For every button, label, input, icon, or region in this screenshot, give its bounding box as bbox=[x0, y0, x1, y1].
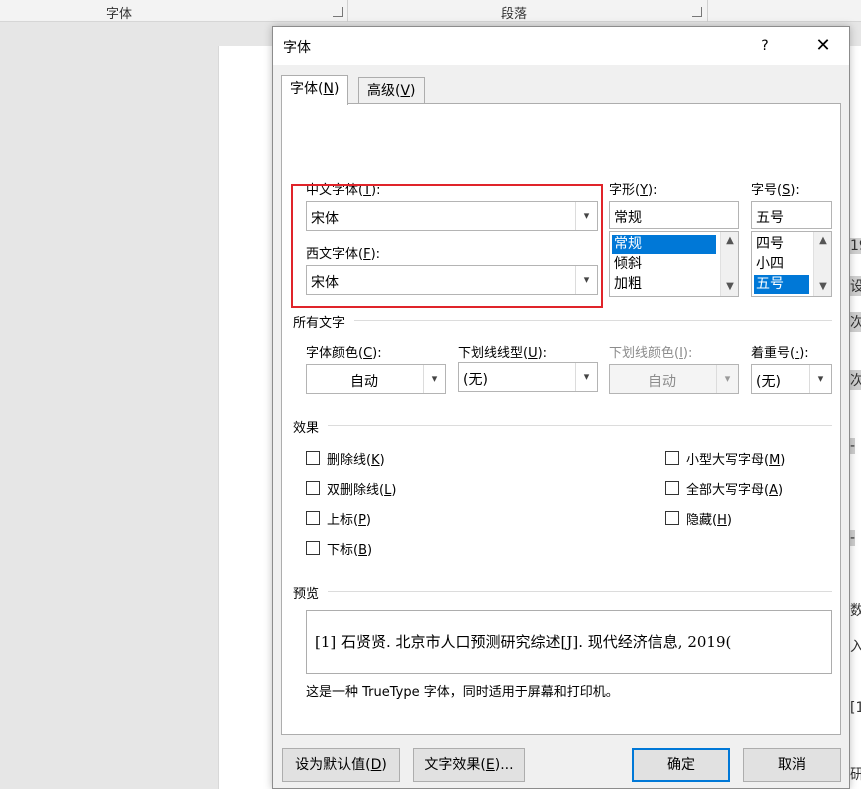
underline-style-label: 下划线线型(U): bbox=[458, 346, 548, 361]
dialog-titlebar: 字体 ? ✕ bbox=[273, 27, 849, 65]
chevron-up-icon[interactable]: ▲ bbox=[721, 232, 738, 250]
tab-advanced[interactable]: 高级(V) bbox=[358, 77, 425, 105]
doc-fragment: - bbox=[850, 438, 856, 454]
text-effects-button[interactable]: 文字效果(E)... bbox=[413, 748, 525, 782]
font-tab-panel: 中文字体(T): 宋体 ▾ 西文字体(F): 宋体 ▾ 字形(Y): 常规 常规… bbox=[281, 103, 841, 735]
chevron-up-icon[interactable]: ▲ bbox=[814, 232, 831, 250]
ok-button[interactable]: 确定 bbox=[632, 748, 730, 782]
paragraph-group-label: 段落 bbox=[501, 7, 528, 22]
paragraph-dialog-launcher-icon[interactable] bbox=[692, 7, 702, 17]
list-item[interactable]: 加粗 bbox=[612, 275, 716, 294]
highlight-box bbox=[291, 184, 603, 308]
checkbox-box[interactable] bbox=[665, 481, 679, 495]
font-style-label: 字形(Y): bbox=[609, 183, 658, 198]
font-style-input[interactable]: 常规 bbox=[609, 201, 739, 229]
doc-fragment: 19 bbox=[850, 238, 861, 254]
list-item[interactable]: 五号 bbox=[754, 275, 809, 294]
doc-fragment: 次」 bbox=[850, 312, 861, 332]
doc-fragment: 研 bbox=[850, 767, 861, 783]
font-size-input[interactable]: 五号 bbox=[751, 201, 832, 229]
dialog-title: 字体 bbox=[283, 40, 311, 56]
chevron-down-icon[interactable]: ▼ bbox=[721, 278, 738, 296]
checkbox-box[interactable] bbox=[306, 481, 320, 495]
doc-fragment: - bbox=[850, 530, 856, 546]
list-item[interactable]: 常规 bbox=[612, 235, 716, 254]
chevron-down-icon: ▾ bbox=[716, 365, 738, 393]
checkbox-box[interactable] bbox=[665, 451, 679, 465]
font-color-label: 字体颜色(C): bbox=[306, 346, 382, 361]
truetype-note: 这是一种 TrueType 字体，同时适用于屏幕和打印机。 bbox=[306, 685, 619, 700]
close-icon[interactable]: ✕ bbox=[809, 33, 837, 59]
chevron-down-icon[interactable]: ▾ bbox=[809, 365, 831, 393]
preview-section-title: 预览 bbox=[293, 587, 320, 602]
emphasis-mark-label: 着重号(·): bbox=[751, 346, 809, 361]
divider bbox=[328, 591, 832, 592]
font-group-label: 字体 bbox=[106, 7, 133, 22]
font-color-select[interactable]: 自动 ▾ bbox=[306, 364, 446, 394]
chevron-down-icon[interactable]: ▼ bbox=[814, 278, 831, 296]
preview-text: [1] 石贤贤. 北京市人口预测研究综述[J]. 现代经济信息, 2019( bbox=[315, 633, 732, 651]
help-button[interactable]: ? bbox=[751, 33, 779, 59]
doc-fragment: 数 bbox=[850, 603, 861, 619]
underline-style-select[interactable]: (无) ▾ bbox=[458, 362, 598, 392]
checkbox-box[interactable] bbox=[306, 541, 320, 555]
font-size-list[interactable]: 四号 小四 五号 ▲ ▼ bbox=[751, 231, 832, 297]
preview-box: [1] 石贤贤. 北京市人口预测研究综述[J]. 现代经济信息, 2019( bbox=[306, 610, 832, 674]
effects-section-title: 效果 bbox=[293, 421, 320, 436]
ribbon-separator bbox=[707, 0, 708, 22]
set-default-button[interactable]: 设为默认值(D) bbox=[282, 748, 400, 782]
doc-fragment: 入 bbox=[850, 639, 861, 655]
checkbox-box[interactable] bbox=[665, 511, 679, 525]
underline-color-label: 下划线颜色(I): bbox=[609, 346, 693, 361]
divider bbox=[354, 320, 832, 321]
font-style-list[interactable]: 常规 倾斜 加粗 ▲ ▼ bbox=[609, 231, 739, 297]
font-size-label: 字号(S): bbox=[751, 183, 800, 198]
cancel-button[interactable]: 取消 bbox=[743, 748, 841, 782]
font-dialog: 字体 ? ✕ 字体(N) 高级(V) 中文字体(T): 宋体 ▾ 西文字体(F)… bbox=[272, 26, 850, 789]
doc-fragment: 次 bbox=[850, 370, 861, 390]
list-item[interactable]: 四号 bbox=[754, 235, 809, 254]
scrollbar[interactable]: ▲ ▼ bbox=[813, 232, 831, 296]
underline-color-select: 自动 ▾ bbox=[609, 364, 739, 394]
checkbox-box[interactable] bbox=[306, 511, 320, 525]
ribbon-separator bbox=[347, 0, 348, 22]
list-item[interactable]: 倾斜 bbox=[612, 255, 716, 274]
doc-fragment: [1 bbox=[850, 700, 861, 716]
all-text-section-title: 所有文字 bbox=[293, 316, 346, 331]
divider bbox=[328, 425, 832, 426]
ribbon-strip: 字体 段落 bbox=[0, 0, 861, 22]
scrollbar[interactable]: ▲ ▼ bbox=[720, 232, 738, 296]
emphasis-mark-select[interactable]: (无) ▾ bbox=[751, 364, 832, 394]
tab-font[interactable]: 字体(N) bbox=[281, 75, 349, 105]
checkbox-box[interactable] bbox=[306, 451, 320, 465]
font-dialog-launcher-icon[interactable] bbox=[333, 7, 343, 17]
chevron-down-icon[interactable]: ▾ bbox=[423, 365, 445, 393]
list-item[interactable]: 小四 bbox=[754, 255, 809, 274]
chevron-down-icon[interactable]: ▾ bbox=[575, 363, 597, 391]
doc-fragment: 设 bbox=[850, 276, 861, 296]
